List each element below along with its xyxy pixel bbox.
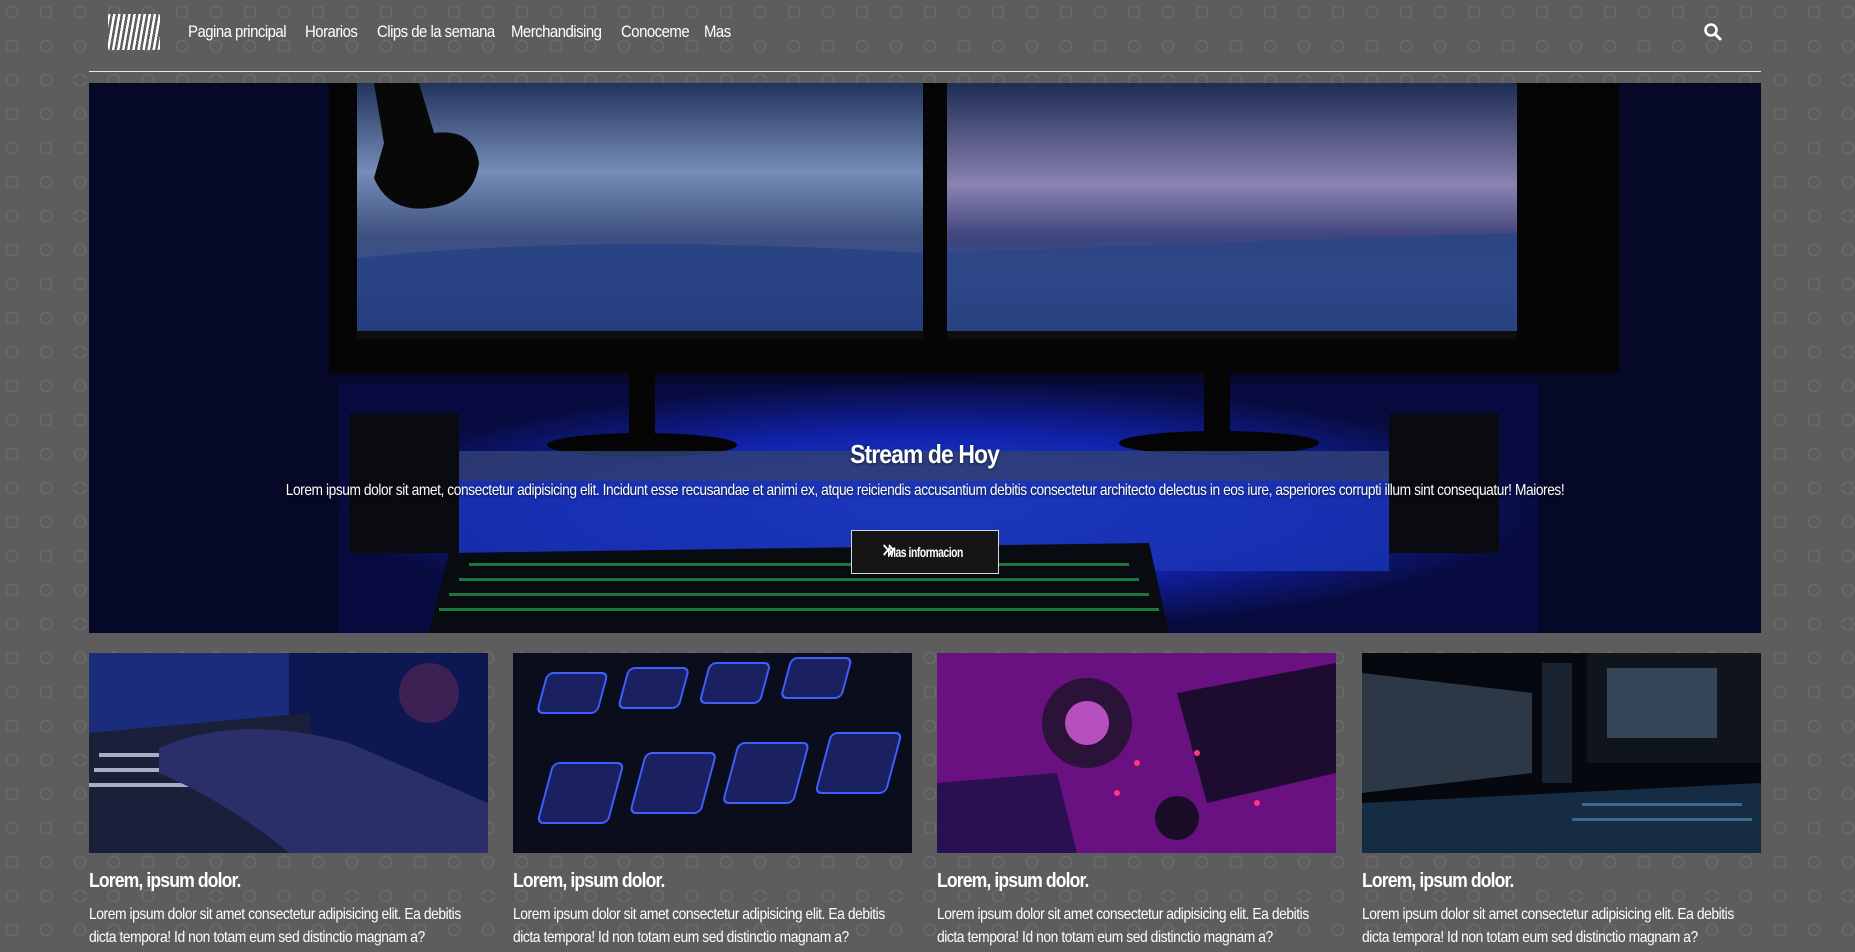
card: Lorem, ipsum dolor. Lorem ipsum dolor si… <box>1362 653 1761 949</box>
card-image-keyboard-keys[interactable] <box>513 653 912 853</box>
search-icon[interactable] <box>1703 22 1723 42</box>
card-text: Lorem ipsum dolor sit amet consectetur a… <box>937 906 1309 946</box>
navbar: Pagina principal Horarios Clips de la se… <box>89 0 1761 72</box>
card: Lorem, ipsum dolor. Lorem ipsum dolor si… <box>937 653 1336 949</box>
card-image-hand-keyboard[interactable] <box>89 653 488 853</box>
more-info-button-label: Mas informacion <box>887 544 963 560</box>
brand-logo[interactable] <box>108 13 160 50</box>
more-info-button[interactable]: Mas informacion <box>851 530 999 574</box>
nav-link-merchandising[interactable]: Merchandising <box>511 22 608 42</box>
card-title: Lorem, ipsum dolor. <box>89 870 241 892</box>
card-text: Lorem ipsum dolor sit amet consectetur a… <box>513 906 885 946</box>
card-text: Lorem ipsum dolor sit amet consectetur a… <box>1362 906 1734 946</box>
card-image-pc-tower[interactable] <box>1362 653 1761 853</box>
nav-link-horarios[interactable]: Horarios <box>305 22 368 42</box>
card-text: Lorem ipsum dolor sit amet consectetur a… <box>89 906 461 946</box>
card-title: Lorem, ipsum dolor. <box>1362 870 1514 892</box>
double-chevron-right-icon <box>883 544 895 556</box>
hero-carousel: Stream de Hoy Lorem ipsum dolor sit amet… <box>89 83 1761 633</box>
nav-link-conoceme[interactable]: Conoceme <box>621 22 694 42</box>
nav-link-mas[interactable]: Mas <box>704 22 739 42</box>
hero-caption: Stream de Hoy Lorem ipsum dolor sit amet… <box>89 439 1761 500</box>
card-title: Lorem, ipsum dolor. <box>513 870 665 892</box>
hero-title: Stream de Hoy <box>850 439 1001 469</box>
card: Lorem, ipsum dolor. Lorem ipsum dolor si… <box>513 653 912 949</box>
hero-description: Lorem ipsum dolor sit amet, consectetur … <box>285 482 1565 499</box>
card-image-gaming-setup[interactable] <box>937 653 1336 853</box>
card: Lorem, ipsum dolor. Lorem ipsum dolor si… <box>89 653 488 949</box>
nav-link-clips-de-la-semana[interactable]: Clips de la semana <box>377 22 495 42</box>
nav-link-pagina-principal[interactable]: Pagina principal <box>188 22 291 42</box>
card-title: Lorem, ipsum dolor. <box>937 870 1089 892</box>
nav-links: Pagina principal Horarios Clips de la se… <box>188 22 744 42</box>
